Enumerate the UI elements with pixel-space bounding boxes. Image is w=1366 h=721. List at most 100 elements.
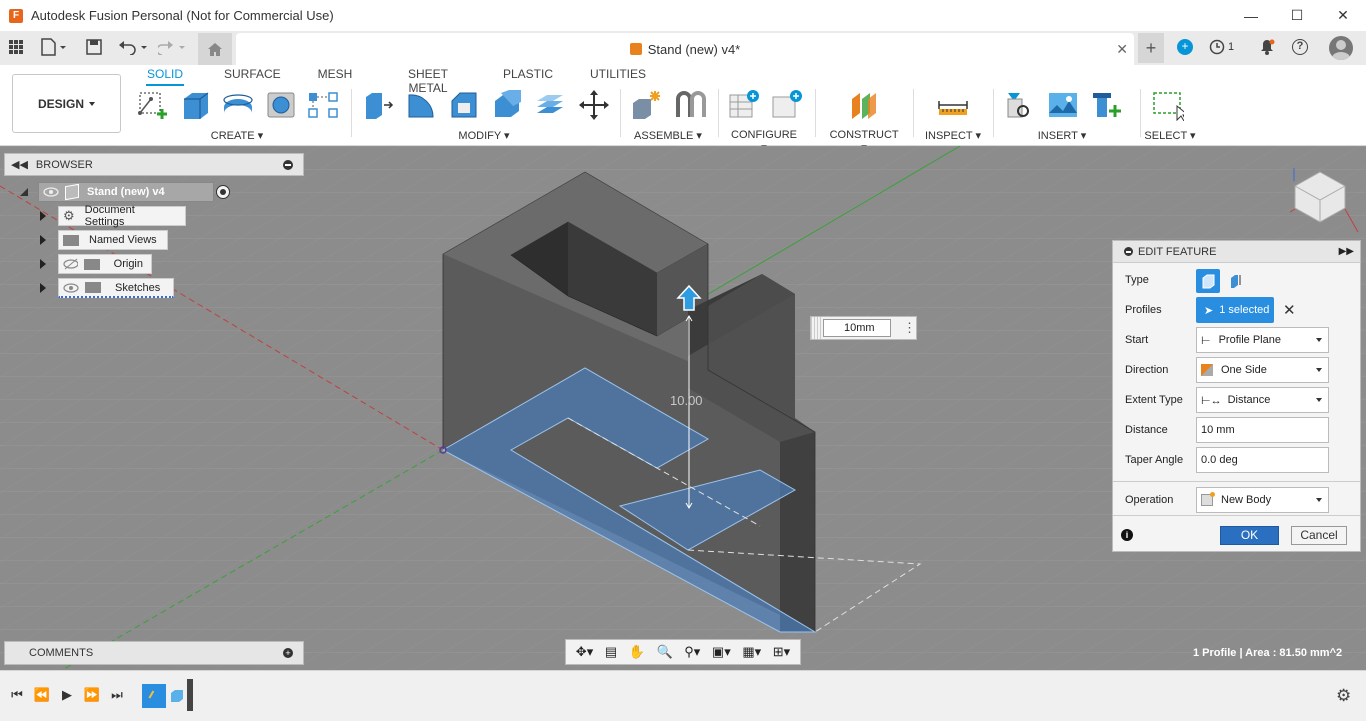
configure-table-icon[interactable] xyxy=(728,89,760,121)
undo-icon[interactable] xyxy=(118,39,148,58)
maximize-button[interactable]: ☐ xyxy=(1274,0,1320,31)
tab-surface[interactable]: SURFACE xyxy=(224,67,281,81)
step-forward-icon[interactable]: ⏩ xyxy=(84,687,100,702)
offset-plane-icon[interactable] xyxy=(848,89,880,121)
collapse-panel-icon[interactable]: ◀◀ xyxy=(11,158,28,171)
go-to-end-icon[interactable]: ⏭ xyxy=(110,687,124,702)
timeline-settings-gear-icon[interactable]: ⚙ xyxy=(1336,686,1351,706)
insert-menu[interactable]: INSERT ▾ xyxy=(1030,129,1094,142)
grid-settings-icon[interactable]: ▦▾ xyxy=(742,644,761,660)
tab-mesh[interactable]: MESH xyxy=(316,67,354,81)
info-icon[interactable]: i xyxy=(1121,529,1133,541)
zoom-icon[interactable]: 🔍 xyxy=(656,644,672,660)
tab-utilities[interactable]: UTILITIES xyxy=(590,67,646,81)
move-icon[interactable] xyxy=(578,89,610,121)
taper-angle-input[interactable]: 0.0 deg xyxy=(1196,447,1329,473)
save-icon[interactable] xyxy=(86,39,102,58)
add-comment-icon[interactable]: + xyxy=(283,648,293,658)
direction-select[interactable]: One Side xyxy=(1196,357,1329,383)
expanded-arrow-icon[interactable] xyxy=(20,188,28,196)
orbit-icon[interactable]: ✥▾ xyxy=(576,644,593,660)
drag-handle[interactable] xyxy=(811,317,821,339)
home-icon[interactable] xyxy=(198,33,232,65)
expand-arrow-icon[interactable] xyxy=(40,283,46,293)
distance-input[interactable]: 10 mm xyxy=(1196,417,1329,443)
distance-heads-up-input[interactable]: 10mm ⋮ xyxy=(810,316,917,340)
play-icon[interactable]: ▶ xyxy=(60,687,74,702)
inspect-menu[interactable]: INSPECT ▾ xyxy=(922,129,984,142)
combine-icon[interactable] xyxy=(534,89,566,121)
minimize-browser-icon[interactable] xyxy=(283,159,293,170)
display-settings-icon[interactable]: ▣▾ xyxy=(712,644,731,660)
browser-root-row[interactable]: Stand (new) v4 xyxy=(20,181,230,203)
avatar[interactable] xyxy=(1329,36,1353,60)
cancel-button[interactable]: Cancel xyxy=(1291,526,1347,545)
expand-arrow-icon[interactable] xyxy=(40,235,46,245)
start-select[interactable]: ⊢ Profile Plane xyxy=(1196,327,1329,353)
timeline-marker[interactable] xyxy=(187,679,193,711)
clear-selection-icon[interactable]: ✕ xyxy=(1283,301,1296,319)
tab-plastic[interactable]: PLASTIC xyxy=(502,67,554,81)
measure-icon[interactable] xyxy=(937,89,969,121)
operation-select[interactable]: New Body xyxy=(1196,487,1329,513)
expand-dialog-icon[interactable]: ▶▶ xyxy=(1339,246,1354,257)
look-at-icon[interactable]: ▤ xyxy=(605,644,617,660)
extent-type-select[interactable]: ⊢↔ Distance xyxy=(1196,387,1329,413)
modify-menu[interactable]: MODIFY ▾ xyxy=(452,129,516,142)
hidden-eye-icon[interactable] xyxy=(63,258,79,270)
collapse-dialog-icon[interactable] xyxy=(1124,247,1133,256)
more-options-icon[interactable]: ⋮ xyxy=(903,321,916,334)
root-component[interactable]: Stand (new) v4 xyxy=(38,182,214,202)
viewports-icon[interactable]: ⊞▾ xyxy=(773,644,790,660)
type-solid-button[interactable] xyxy=(1196,269,1220,293)
eye-icon[interactable] xyxy=(63,282,79,294)
insert-mcmaster-icon[interactable] xyxy=(1091,89,1123,121)
ok-button[interactable]: OK xyxy=(1220,526,1279,545)
pattern-icon[interactable] xyxy=(307,89,339,121)
file-menu-icon[interactable] xyxy=(40,38,66,59)
timeline-sketch-feature[interactable] xyxy=(142,684,166,708)
type-thin-button[interactable] xyxy=(1224,269,1248,293)
close-window-button[interactable]: ✕ xyxy=(1320,0,1366,31)
help-icon[interactable]: ? xyxy=(1292,39,1308,55)
job-status-button[interactable]: 1 xyxy=(1209,39,1234,55)
press-pull-icon[interactable] xyxy=(362,89,394,121)
shell-icon[interactable] xyxy=(491,89,523,121)
new-component-icon[interactable] xyxy=(631,89,663,121)
hole-icon[interactable] xyxy=(265,89,297,121)
new-tab-button[interactable]: + xyxy=(1138,33,1164,63)
expand-arrow-icon[interactable] xyxy=(40,211,46,221)
activate-radio[interactable] xyxy=(216,185,230,199)
insert-canvas-icon[interactable] xyxy=(1047,89,1079,121)
fillet-icon[interactable] xyxy=(405,89,437,121)
step-back-icon[interactable]: ⏪ xyxy=(34,687,50,702)
redo-icon[interactable] xyxy=(156,39,188,58)
profiles-selection-button[interactable]: ➤ 1 selected xyxy=(1196,297,1274,323)
revolve-icon[interactable] xyxy=(222,89,254,121)
browser-item-origin[interactable]: Origin xyxy=(40,253,152,275)
create-sketch-icon[interactable] xyxy=(137,89,169,121)
configure-rule-icon[interactable] xyxy=(771,89,803,121)
notifications-bell-icon[interactable] xyxy=(1259,39,1275,58)
select-menu[interactable]: SELECT ▾ xyxy=(1140,129,1200,142)
assemble-menu[interactable]: ASSEMBLE ▾ xyxy=(633,129,703,142)
insert-derive-icon[interactable] xyxy=(1004,89,1036,121)
timeline-extrude-feature[interactable] xyxy=(168,684,186,708)
tab-solid[interactable]: SOLID xyxy=(146,67,184,86)
browser-item-sketches[interactable]: Sketches xyxy=(40,277,174,299)
workspace-switcher[interactable]: DESIGN xyxy=(12,74,121,133)
window-select-icon[interactable] xyxy=(1152,89,1184,121)
expand-arrow-icon[interactable] xyxy=(40,259,46,269)
fit-icon[interactable]: ⚲▾ xyxy=(684,644,700,660)
joint-icon[interactable] xyxy=(674,89,706,121)
create-menu[interactable]: CREATE ▾ xyxy=(205,129,269,142)
chamfer-icon[interactable] xyxy=(448,89,480,121)
app-grid-icon[interactable] xyxy=(9,40,23,57)
close-tab-icon[interactable]: ✕ xyxy=(1116,41,1128,58)
browser-item-document-settings[interactable]: ⚙ Document Settings xyxy=(40,204,186,228)
extrude-icon[interactable] xyxy=(180,89,212,121)
eye-icon[interactable] xyxy=(43,185,59,199)
pan-icon[interactable]: ✋ xyxy=(629,644,645,660)
go-to-start-icon[interactable]: ⏮ xyxy=(10,687,24,702)
extensions-icon[interactable]: + xyxy=(1177,39,1193,55)
